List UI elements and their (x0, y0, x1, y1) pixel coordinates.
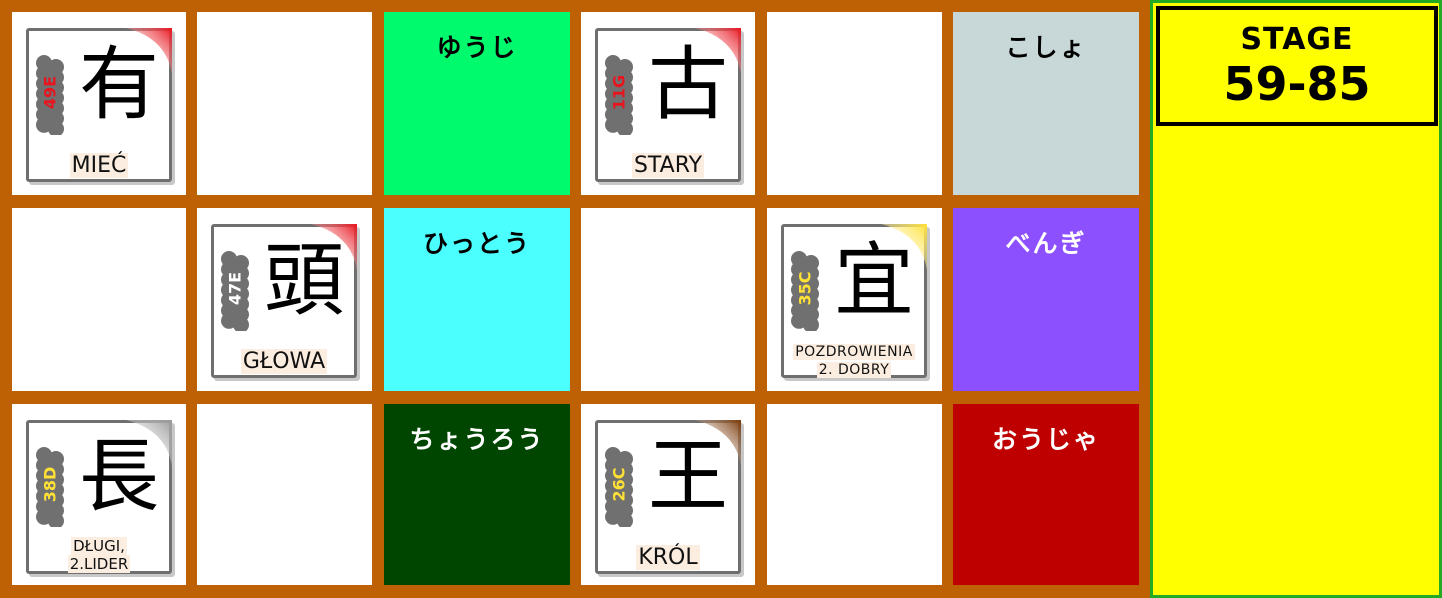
card-code-badge: 11G (604, 53, 634, 135)
reading-tile[interactable]: ちょうろう (384, 404, 570, 585)
kanji-tile[interactable]: 47E 頭 GŁOWA (197, 208, 372, 391)
card-kanji: 有 (79, 38, 159, 131)
board-grid: 49E 有 MIEĆ ゆうじ 11G 古 STARY こしょ 47E 頭 GŁOWA ひっとう 35C 宜… (0, 0, 1150, 598)
card-code: 11G (609, 74, 629, 111)
kanji-tile[interactable]: 35C 宜 POZDROWIENIA 2. DOBRY (767, 208, 942, 391)
empty-tile[interactable] (581, 208, 755, 391)
kanji-tile[interactable]: 49E 有 MIEĆ (12, 12, 186, 195)
reading-label: おうじゃ (991, 425, 1100, 454)
empty-tile[interactable] (197, 404, 372, 585)
stage-range: 59-85 (1223, 57, 1371, 111)
card-kanji: 長 (79, 430, 159, 523)
card-meaning-line: 2.LIDER (67, 555, 131, 573)
card-kanji: 王 (648, 430, 728, 523)
reading-tile[interactable]: べんぎ (953, 208, 1139, 391)
reading-label: ひっとう (422, 229, 531, 258)
card-meaning: STARY (598, 153, 738, 178)
stage-panel: STAGE 59-85 (1150, 0, 1442, 598)
card-meaning: KRÓL (598, 545, 738, 570)
kanji-tile[interactable]: 38D 長 DŁUGI, 2.LIDER (12, 404, 186, 585)
card-meaning-line: MIEĆ (69, 153, 129, 178)
stage-box: STAGE 59-85 (1156, 6, 1438, 126)
kanji-card[interactable]: 47E 頭 GŁOWA (211, 224, 357, 378)
card-meaning: GŁOWA (214, 349, 354, 374)
kanji-card[interactable]: 26C 王 KRÓL (595, 420, 741, 574)
card-kanji: 宜 (834, 234, 914, 327)
card-code-badge: 47E (220, 249, 250, 331)
empty-tile[interactable] (12, 208, 186, 391)
card-code-badge: 26C (604, 445, 634, 527)
reading-label: べんぎ (1005, 229, 1087, 258)
reading-label: こしょ (1005, 33, 1087, 62)
card-kanji: 頭 (264, 234, 344, 327)
reading-tile[interactable]: ゆうじ (384, 12, 570, 195)
reading-tile[interactable]: ひっとう (384, 208, 570, 391)
card-meaning-line: GŁOWA (240, 349, 328, 374)
card-meaning: DŁUGI, 2.LIDER (29, 537, 169, 573)
empty-tile[interactable] (767, 404, 942, 585)
kanji-card[interactable]: 35C 宜 POZDROWIENIA 2. DOBRY (781, 224, 927, 378)
kanji-card[interactable]: 49E 有 MIEĆ (26, 28, 172, 182)
empty-tile[interactable] (767, 12, 942, 195)
card-meaning-line: STARY (631, 153, 705, 178)
stage-title: STAGE (1240, 22, 1354, 57)
kanji-card[interactable]: 11G 古 STARY (595, 28, 741, 182)
card-code-badge: 35C (790, 249, 820, 331)
kanji-tile[interactable]: 26C 王 KRÓL (581, 404, 755, 585)
card-meaning-line: 2. DOBRY (816, 362, 892, 378)
card-code: 35C (795, 271, 815, 306)
reading-tile[interactable]: こしょ (953, 12, 1139, 195)
card-meaning-line: POZDROWIENIA (793, 344, 915, 360)
card-code: 49E (40, 75, 60, 110)
reading-label: ちょうろう (409, 425, 545, 454)
card-meaning-line: KRÓL (636, 545, 700, 570)
card-meaning-line: DŁUGI, (71, 537, 127, 555)
card-code-badge: 49E (35, 53, 65, 135)
card-meaning: POZDROWIENIA 2. DOBRY (784, 343, 924, 379)
reading-tile[interactable]: おうじゃ (953, 404, 1139, 585)
game-screen: 49E 有 MIEĆ ゆうじ 11G 古 STARY こしょ 47E 頭 GŁOWA ひっとう 35C 宜… (0, 0, 1442, 598)
card-meaning: MIEĆ (29, 153, 169, 178)
kanji-card[interactable]: 38D 長 DŁUGI, 2.LIDER (26, 420, 172, 574)
card-code-badge: 38D (35, 445, 65, 527)
card-code: 26C (609, 467, 629, 502)
card-code: 38D (40, 466, 60, 503)
card-kanji: 古 (648, 38, 728, 131)
card-code: 47E (225, 271, 245, 306)
empty-tile[interactable] (197, 12, 372, 195)
kanji-tile[interactable]: 11G 古 STARY (581, 12, 755, 195)
reading-label: ゆうじ (436, 33, 518, 62)
